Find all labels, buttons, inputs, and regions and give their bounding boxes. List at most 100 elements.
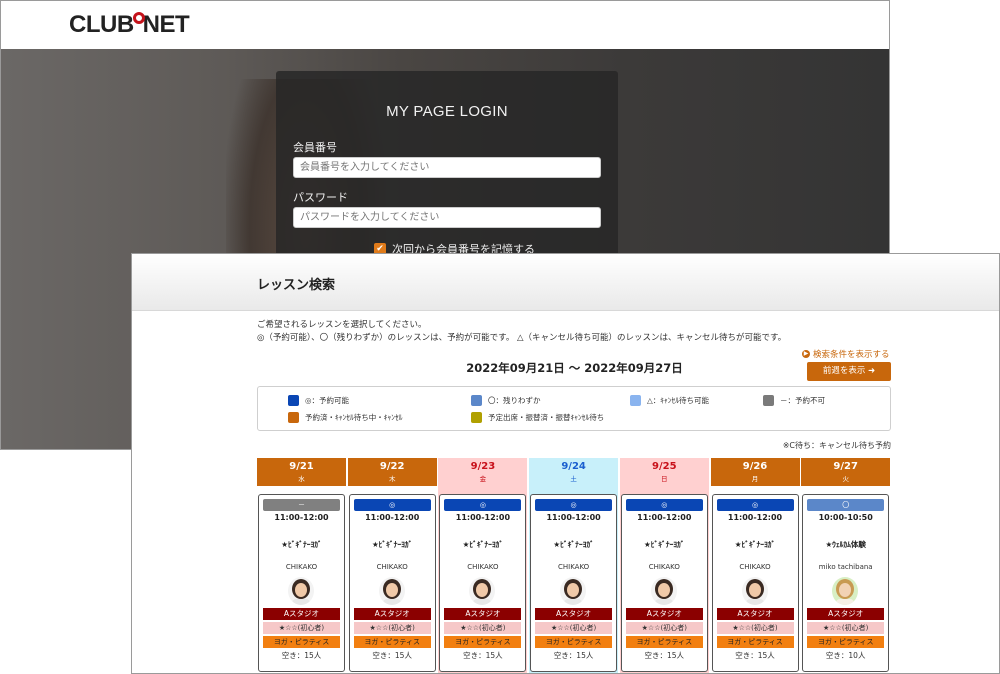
instructor-name: CHIKAKO	[376, 563, 408, 571]
legend-label: －：予約不可	[780, 396, 825, 405]
studio-label: Aスタジオ	[535, 608, 613, 620]
legend-item: －：予約不可	[763, 395, 825, 406]
lesson-card[interactable]: 〇 10:00-10:50 ★ｳｪﾙｶﾑ体験 miko tachibana Aスタジオ ★…	[802, 494, 890, 672]
level-label: ★☆☆(初心者)	[807, 622, 885, 634]
lesson-name: ★ﾋﾞｷﾞﾅｰﾖｶﾞ	[462, 540, 504, 549]
lesson-time: 11:00-12:00	[274, 513, 329, 522]
legend-label: 予約済・ｷｬﾝｾﾙ待ち中・ｷｬﾝｾﾙ	[305, 413, 403, 422]
day-weekday: 火	[842, 475, 849, 483]
vacancy-count: 空き：15人	[372, 651, 412, 660]
password-input[interactable]	[293, 207, 601, 228]
legend-swatch	[471, 395, 482, 406]
lesson-card[interactable]: ◎ 11:00-12:00 ★ﾋﾞｷﾞﾅｰﾖｶﾞ CHIKAKO Aスタジオ ★☆☆(初心…	[711, 494, 799, 672]
legend-label: 予定出席・振替済・振替ｷｬﾝｾﾙ待ち	[488, 413, 605, 422]
category-label: ヨガ・ピラティス	[716, 636, 794, 648]
instructor-name: CHIKAKO	[739, 563, 771, 571]
lesson-name: ★ﾋﾞｷﾞﾅｰﾖｶﾞ	[371, 540, 413, 549]
level-label: ★☆☆(初心者)	[444, 622, 522, 634]
lesson-card[interactable]: － 11:00-12:00 ★ﾋﾞｷﾞﾅｰﾖｶﾞ CHIKAKO Aスタジオ ★☆☆(初心…	[258, 494, 345, 672]
status-legend: ◎：予約可能 〇：残りわずか △：ｷｬﾝｾﾙ待ち可能 －：予約不可予約済・ｷｬﾝｾﾙ待…	[257, 386, 891, 431]
lesson-time: 11:00-12:00	[455, 513, 511, 522]
cancel-wait-note: ※C待ち：キャンセル待ち予約	[782, 441, 891, 450]
show-conditions-label: 検索条件を表示する	[813, 350, 890, 360]
legend-item: 〇：残りわずか	[471, 395, 541, 406]
day-weekday: 水	[298, 475, 305, 483]
legend-swatch	[288, 395, 299, 406]
legend-swatch	[288, 412, 299, 423]
category-label: ヨガ・ピラティス	[353, 636, 431, 648]
day-column: 9/22 木 ◎ 11:00-12:00 ★ﾋﾞｷﾞﾅｰﾖｶﾞ CHIKAKO Aスタジオ ★…	[347, 458, 437, 673]
vacancy-count: 空き：15人	[735, 651, 775, 660]
day-column: 9/24 土 ◎ 11:00-12:00 ★ﾋﾞｷﾞﾅｰﾖｶﾞ CHIKAKO Aスタジオ ★…	[529, 458, 619, 673]
day-column: 9/26 月 ◎ 11:00-12:00 ★ﾋﾞｷﾞﾅｰﾖｶﾞ CHIKAKO Aスタジオ ★…	[710, 458, 800, 673]
instructor-avatar	[832, 577, 859, 605]
lesson-time: 11:00-12:00	[365, 513, 420, 522]
day-weekday: 日	[661, 475, 668, 483]
studio-label: Aスタジオ	[625, 608, 703, 620]
day-date: 9/27	[833, 461, 858, 472]
day-weekday: 木	[388, 475, 396, 483]
date-range: 2022年09月21日 〜 2022年09月27日	[466, 361, 683, 375]
instructor-avatar	[469, 577, 496, 605]
level-label: ★☆☆(初心者)	[535, 622, 613, 634]
lesson-header-bar: レッスン検索	[132, 254, 999, 311]
level-label: ★☆☆(初心者)	[716, 622, 794, 634]
lesson-card[interactable]: ◎ 11:00-12:00 ★ﾋﾞｷﾞﾅｰﾖｶﾞ CHIKAKO Aスタジオ ★☆☆(初心…	[439, 494, 527, 672]
lesson-name: ★ﾋﾞｷﾞﾅｰﾖｶﾞ	[553, 540, 594, 549]
instruction-line-1: ご希望されるレッスンを選択してください。	[257, 320, 427, 330]
legend-label: 〇：残りわずか	[488, 396, 541, 405]
level-label: ★☆☆(初心者)	[353, 622, 431, 634]
instructor-avatar	[378, 577, 405, 605]
previous-week-button[interactable]: 前週を表示 ➜	[807, 362, 891, 381]
studio-label: Aスタジオ	[263, 608, 340, 620]
day-date: 9/26	[742, 461, 768, 472]
instructor-name: CHIKAKO	[285, 563, 318, 571]
studio-label: Aスタジオ	[353, 608, 431, 620]
day-date: 9/24	[561, 461, 586, 472]
day-header: 9/25 日	[619, 458, 709, 486]
show-conditions-link[interactable]: ▶ 検索条件を表示する	[802, 348, 890, 360]
legend-swatch	[763, 395, 774, 406]
lesson-card[interactable]: ◎ 11:00-12:00 ★ﾋﾞｷﾞﾅｰﾖｶﾞ CHIKAKO Aスタジオ ★☆☆(初心…	[348, 494, 436, 672]
vacancy-count: 空き：15人	[553, 651, 594, 660]
day-header: 9/26 月	[710, 458, 800, 486]
availability-badge: ◎	[625, 499, 703, 511]
lesson-name: ★ﾋﾞｷﾞﾅｰﾖｶﾞ	[734, 540, 776, 549]
login-header: CLUB NET	[1, 1, 889, 49]
lesson-card[interactable]: ◎ 11:00-12:00 ★ﾋﾞｷﾞﾅｰﾖｶﾞ CHIKAKO Aスタジオ ★☆☆(初心…	[620, 494, 708, 672]
legend-item: 予約済・ｷｬﾝｾﾙ待ち中・ｷｬﾝｾﾙ	[288, 412, 403, 423]
legend-label: △：ｷｬﾝｾﾙ待ち可能	[647, 396, 710, 405]
availability-badge: 〇	[807, 499, 885, 511]
arrow-circle-icon: ▶	[802, 350, 810, 358]
instructor-avatar	[560, 577, 587, 605]
day-header: 9/22 木	[347, 458, 437, 486]
password-label: パスワード	[293, 191, 348, 204]
day-column: 9/23 金 ◎ 11:00-12:00 ★ﾋﾞｷﾞﾅｰﾖｶﾞ CHIKAKO Aスタジオ ★…	[438, 458, 528, 673]
day-column: 9/27 火〇 10:00-10:50 ★ｳｪﾙｶﾑ体験 miko tachibana A…	[801, 458, 891, 673]
legend-label: ◎：予約可能	[305, 396, 350, 405]
category-label: ヨガ・ピラティス	[807, 636, 885, 648]
legend-swatch	[471, 412, 482, 423]
lesson-card[interactable]: ◎ 11:00-12:00 ★ﾋﾞｷﾞﾅｰﾖｶﾞ CHIKAKO Aスタジオ ★☆☆(初心…	[530, 494, 618, 672]
level-label: ★☆☆(初心者)	[625, 622, 703, 634]
availability-badge: －	[263, 499, 340, 511]
instructor-name: CHIKAKO	[557, 563, 590, 571]
login-title: MY PAGE LOGIN	[386, 103, 508, 120]
availability-badge: ◎	[353, 499, 431, 511]
legend-item: ◎：予約可能	[288, 395, 349, 406]
studio-label: Aスタジオ	[807, 608, 885, 620]
clubnet-logo[interactable]: CLUB NET	[69, 11, 190, 39]
day-weekday: 月	[751, 475, 759, 483]
day-column: 9/25 日 ◎ 11:00-12:00 ★ﾋﾞｷﾞﾅｰﾖｶﾞ CHIKAKO Aスタジオ ★…	[619, 458, 709, 673]
day-date: 9/25	[652, 461, 677, 472]
category-label: ヨガ・ピラティス	[625, 636, 703, 648]
category-label: ヨガ・ピラティス	[444, 636, 522, 648]
member-number-input[interactable]	[293, 157, 601, 178]
vacancy-count: 空き：10人	[825, 651, 866, 660]
instruction-line-2: ◎（予約可能）、〇（残りわずか）のレッスンは、予約が可能です。 △（キャンセル待…	[257, 333, 787, 343]
day-header: 9/27 火	[801, 458, 891, 486]
day-header: 9/21 水	[257, 458, 346, 486]
member-number-label: 会員番号	[293, 141, 337, 154]
lesson-time: 11:00-12:00	[637, 513, 692, 522]
studio-label: Aスタジオ	[716, 608, 794, 620]
